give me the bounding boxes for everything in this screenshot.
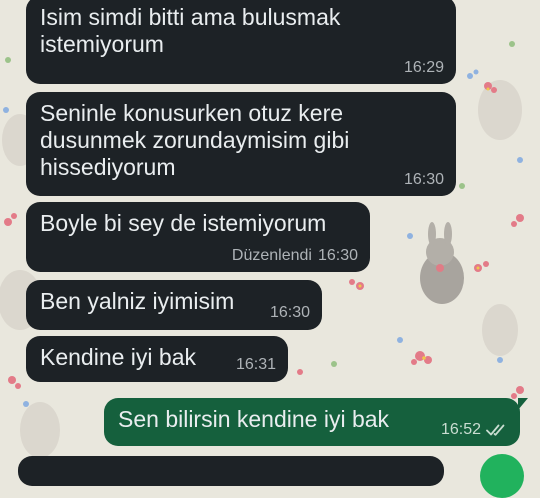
- message-bubble-incoming[interactable]: Seninle konusurken otuz kere dusunmek zo…: [26, 92, 456, 196]
- message-bubble-incoming[interactable]: [18, 456, 444, 486]
- message-time: 16:52: [440, 421, 481, 438]
- edited-label: Düzenlendi: [231, 247, 312, 264]
- message-time: 16:30: [317, 247, 358, 264]
- scroll-down-button[interactable]: [480, 454, 524, 498]
- message-bubble-incoming[interactable]: Isim simdi bitti ama bulusmak istemiyoru…: [26, 0, 456, 84]
- message-text: Ben yalniz iyimisim: [40, 288, 235, 314]
- message-time: 16:29: [403, 59, 444, 76]
- message-meta: 16:52: [441, 421, 508, 439]
- message-bubble-incoming[interactable]: Ben yalniz iyimisim 16:30: [26, 280, 322, 330]
- message-text: Seninle konusurken otuz kere dusunmek zo…: [40, 100, 350, 180]
- message-time: 16:30: [403, 171, 444, 188]
- message-text: Boyle bi sey de istemiyorum: [40, 210, 327, 236]
- message-meta: Düzenlendi 16:30: [232, 247, 358, 265]
- message-text: Isim simdi bitti ama bulusmak istemiyoru…: [40, 4, 341, 57]
- message-bubble-outgoing[interactable]: Sen bilirsin kendine iyi bak 16:52: [104, 398, 528, 446]
- double-check-icon: [486, 424, 505, 436]
- bubble-tail: [518, 398, 528, 410]
- message-bubble-incoming[interactable]: Boyle bi sey de istemiyorum Düzenlendi 16…: [26, 202, 370, 272]
- message-time: 16:31: [235, 356, 276, 373]
- message-list[interactable]: Isim simdi bitti ama bulusmak istemiyoru…: [0, 0, 540, 486]
- message-time: 16:30: [269, 304, 310, 321]
- message-bubble-incoming[interactable]: Kendine iyi bak 16:31: [26, 336, 288, 382]
